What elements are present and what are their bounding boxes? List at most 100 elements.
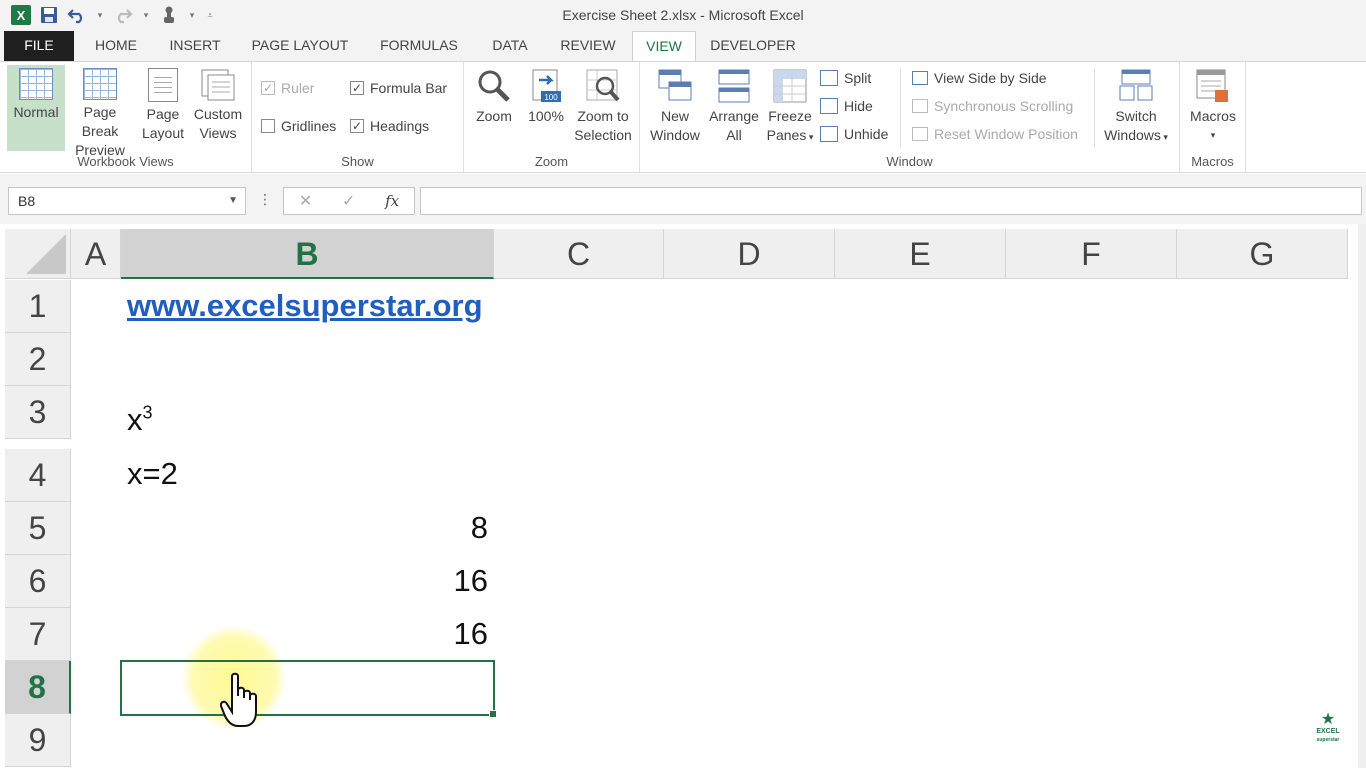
vertical-scrollbar[interactable]	[1358, 224, 1366, 768]
window-divider-2	[1094, 68, 1095, 148]
cell-b4[interactable]: x=2	[127, 456, 178, 492]
show-group: ✓ Ruler ✓ Formula Bar Gridlines ✓ Headin…	[252, 62, 464, 172]
custom-views-button[interactable]: Custom Views	[190, 65, 246, 151]
column-header-d[interactable]: D	[664, 229, 835, 279]
page-layout-icon	[148, 68, 178, 102]
star-icon: ★	[1320, 711, 1336, 728]
zoom-group: Zoom 100 100% Zoom to Selection Zoom	[464, 62, 640, 172]
row-header-4[interactable]: 4	[5, 449, 71, 502]
page-layout-view-button[interactable]: Page Layout	[137, 65, 189, 151]
side-by-side-icon	[912, 71, 928, 85]
unhide-button[interactable]: Unhide	[820, 126, 888, 142]
switch-dropdown-icon: ▾	[1160, 132, 1168, 142]
row-header-1[interactable]: 1	[5, 280, 71, 333]
reset-window-position-button[interactable]: Reset Window Position	[912, 126, 1078, 142]
normal-view-icon	[19, 68, 53, 100]
tab-file[interactable]: FILE	[4, 31, 74, 61]
tab-developer[interactable]: DEVELOPER	[704, 31, 802, 61]
switch-windows-button[interactable]: Switch Windows ▾	[1098, 65, 1174, 151]
normal-view-button[interactable]: Normal	[7, 65, 65, 151]
freeze-panes-icon	[772, 68, 808, 104]
tab-page-layout[interactable]: PAGE LAYOUT	[242, 31, 358, 61]
row-header-5[interactable]: 5	[5, 502, 71, 555]
tab-insert[interactable]: INSERT	[158, 31, 232, 61]
watermark-logo: ★ EXCEL superstar	[1310, 712, 1346, 746]
row-header-2[interactable]: 2	[5, 333, 71, 386]
new-window-button[interactable]: New Window	[646, 65, 704, 151]
enter-icon[interactable]: ✓	[342, 191, 355, 211]
column-header-g[interactable]: G	[1177, 229, 1348, 279]
insert-function-icon[interactable]: fx	[385, 192, 399, 210]
macros-icon	[1195, 68, 1231, 104]
row-header-9[interactable]: 9	[5, 714, 71, 767]
tab-data[interactable]: DATA	[480, 31, 540, 61]
new-window-icon	[657, 68, 693, 104]
page-break-preview-button[interactable]: Page Break Preview	[64, 65, 136, 158]
cell-b6[interactable]: 16	[380, 563, 488, 599]
column-header-a[interactable]: A	[71, 229, 121, 279]
tab-home[interactable]: HOME	[84, 31, 148, 61]
gridlines-checkbox[interactable]: Gridlines	[261, 118, 336, 134]
cancel-icon[interactable]: ✕	[299, 191, 312, 211]
window-group: New Window Arrange All Freeze Panes ▾ Sp…	[640, 62, 1180, 172]
formula-input[interactable]	[420, 187, 1362, 215]
custom-views-icon	[200, 68, 236, 102]
row-header-7[interactable]: 7	[5, 608, 71, 661]
zoom-to-selection-button[interactable]: Zoom to Selection	[570, 65, 636, 151]
arrange-all-button[interactable]: Arrange All	[706, 65, 762, 151]
column-header-e[interactable]: E	[835, 229, 1006, 279]
cell-b5[interactable]: 8	[380, 510, 488, 546]
view-side-by-side-button[interactable]: View Side by Side	[912, 70, 1047, 86]
ruler-check-icon: ✓	[261, 81, 275, 95]
hide-button[interactable]: Hide	[820, 98, 873, 114]
split-button[interactable]: Split	[820, 70, 871, 86]
macros-button[interactable]: Macros ▾	[1184, 65, 1242, 151]
zoom-100-icon: 100	[529, 68, 563, 104]
ribbon: Normal Page Break Preview Page Layout Cu…	[0, 61, 1366, 173]
column-header-c[interactable]: C	[494, 229, 664, 279]
switch-windows-icon	[1118, 68, 1154, 104]
tab-formulas[interactable]: FORMULAS	[368, 31, 470, 61]
row-header-3[interactable]: 3	[5, 386, 71, 439]
freeze-panes-button[interactable]: Freeze Panes ▾	[764, 65, 816, 151]
workbook-views-label: Workbook Views	[77, 154, 174, 169]
column-header-b[interactable]: B	[121, 229, 494, 279]
cell-b1-link[interactable]: www.excelsuperstar.org	[127, 288, 483, 324]
arrange-all-icon	[717, 68, 751, 104]
name-box-dropdown-icon[interactable]: ▼	[228, 188, 238, 214]
row-header-8[interactable]: 8	[5, 661, 71, 714]
headings-checkbox[interactable]: ✓ Headings	[350, 118, 429, 134]
hand-cursor-icon	[220, 672, 257, 727]
select-all-corner[interactable]	[5, 229, 71, 279]
cell-b3[interactable]: x3	[127, 402, 153, 438]
formula-bar-grip-icon[interactable]: ⋮	[258, 191, 272, 208]
synchronous-scrolling-button[interactable]: Synchronous Scrolling	[912, 98, 1073, 114]
formula-bar-area: B8 ▼ ⋮ ✕ ✓ fx	[0, 174, 1366, 224]
sync-scroll-icon	[912, 99, 928, 113]
magnifier-icon	[476, 68, 512, 104]
zoom-button[interactable]: Zoom	[468, 65, 520, 151]
window-divider	[900, 68, 901, 148]
column-header-f[interactable]: F	[1006, 229, 1177, 279]
hide-icon	[820, 98, 838, 114]
cell-b7[interactable]: 16	[380, 616, 488, 652]
formula-buttons: ✕ ✓ fx	[283, 187, 415, 215]
page-break-preview-icon	[83, 68, 117, 100]
workbook-views-group: Normal Page Break Preview Page Layout Cu…	[0, 62, 252, 172]
row-header-6[interactable]: 6	[5, 555, 71, 608]
zoom-selection-icon	[585, 68, 621, 104]
formula-bar-checkbox[interactable]: ✓ Formula Bar	[350, 80, 447, 96]
active-cell-b8[interactable]	[120, 660, 497, 718]
macros-dropdown-icon: ▾	[1210, 130, 1216, 140]
ruler-checkbox[interactable]: ✓ Ruler	[261, 80, 314, 96]
tab-view[interactable]: VIEW	[632, 31, 696, 61]
name-box[interactable]: B8 ▼	[8, 187, 246, 215]
worksheet-grid[interactable]: A B C D E F G 1 2 3 4 5 6 7 8 9 www.exce…	[0, 224, 1366, 768]
unhide-icon	[820, 126, 838, 142]
tab-review[interactable]: REVIEW	[552, 31, 624, 61]
macros-label: Macros	[1191, 154, 1234, 169]
reset-position-icon	[912, 127, 928, 141]
window-title: Exercise Sheet 2.xlsx - Microsoft Excel	[562, 7, 804, 23]
formula-bar-check-icon: ✓	[350, 81, 364, 95]
zoom-100-button[interactable]: 100 100%	[522, 65, 570, 151]
